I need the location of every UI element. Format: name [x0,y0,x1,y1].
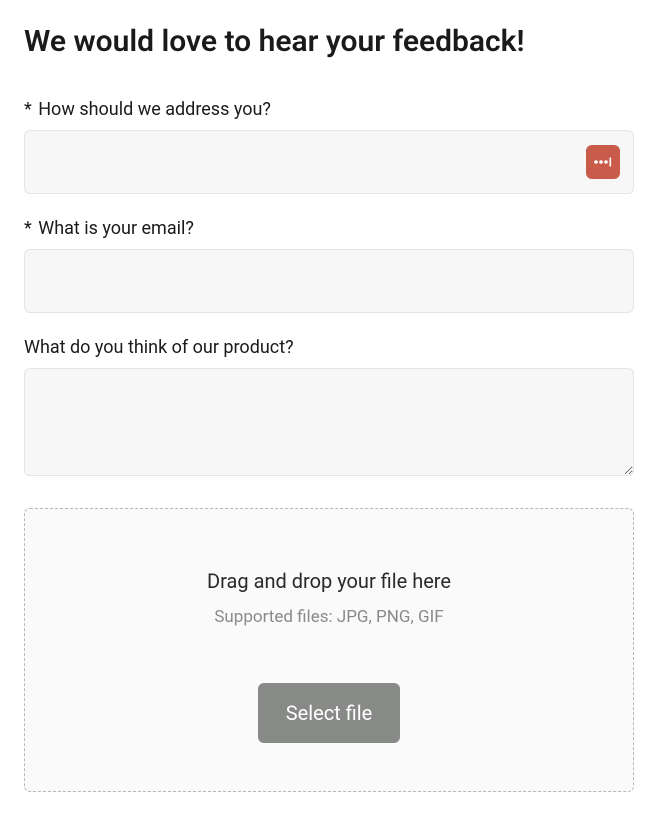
email-input[interactable] [24,249,634,313]
email-input-wrapper [24,249,634,313]
email-label: * What is your email? [24,218,634,239]
name-label-text: How should we address you? [38,99,271,120]
email-label-text: What is your email? [38,218,194,239]
name-field-group: * How should we address you? [24,99,634,194]
dropzone-title: Drag and drop your file here [45,569,613,593]
name-input[interactable] [24,130,634,194]
feedback-label: What do you think of our product? [24,337,634,358]
name-label: * How should we address you? [24,99,634,120]
dropzone-hint: Supported files: JPG, PNG, GIF [45,607,613,627]
autofill-suggestion-icon[interactable] [586,145,620,179]
page-title: We would love to hear your feedback! [24,24,634,59]
file-dropzone[interactable]: Drag and drop your file here Supported f… [24,508,634,792]
select-file-button[interactable]: Select file [258,683,400,743]
password-dots-icon [593,155,613,169]
feedback-field-group: What do you think of our product? [24,337,634,480]
name-input-wrapper [24,130,634,194]
email-field-group: * What is your email? [24,218,634,313]
required-asterisk: * [24,99,36,120]
required-asterisk: * [24,218,36,239]
feedback-textarea[interactable] [24,368,634,476]
